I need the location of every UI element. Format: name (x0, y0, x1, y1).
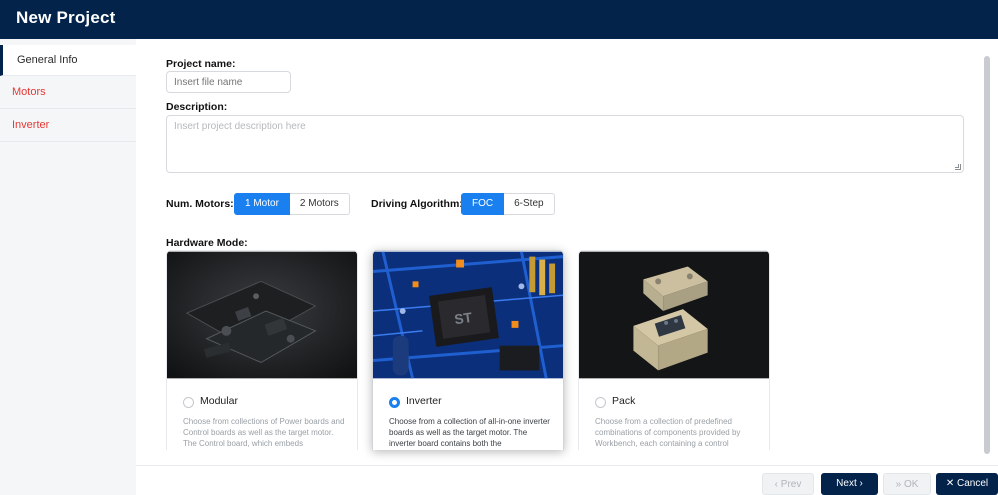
modular-radio[interactable] (183, 397, 194, 408)
driving-algorithm-label: Driving Algorithm: (371, 198, 463, 210)
sidebar: General Info Motors Inverter (0, 39, 136, 495)
inverter-title: Inverter (406, 395, 442, 407)
one-motor-option[interactable]: 1 Motor (234, 193, 290, 215)
hardware-card-pack[interactable]: Pack Choose from a collection of predefi… (578, 250, 770, 450)
sidebar-item-inverter[interactable]: Inverter (0, 109, 136, 142)
vertical-scrollbar[interactable] (984, 56, 990, 454)
modular-title: Modular (200, 395, 238, 407)
cancel-button[interactable]: ✕ Cancel (936, 473, 998, 495)
inverter-board-image: ST (373, 251, 563, 379)
close-icon: ✕ (945, 478, 955, 489)
prev-label: Prev (780, 479, 802, 490)
next-label: Next (836, 478, 857, 489)
window-title: New Project (16, 8, 116, 27)
inverter-radio[interactable] (389, 397, 400, 408)
pack-module-image (579, 251, 769, 379)
cancel-label: Cancel (957, 478, 989, 489)
pack-description: Choose from a collection of predefined c… (595, 417, 741, 448)
pack-title: Pack (612, 395, 636, 407)
ok-button[interactable]: » OK (883, 473, 931, 495)
svg-text:ST: ST (453, 309, 473, 327)
driving-algorithm-toggle: FOC 6-Step (461, 193, 555, 215)
num-motors-label: Num. Motors: (166, 198, 234, 210)
footer-bar: ‹ Prev Next › » OK ✕ Cancel (136, 465, 998, 495)
general-info-panel: Project name: Description: Insert projec… (136, 39, 998, 465)
description-label: Description: (166, 101, 228, 113)
next-button[interactable]: Next › (821, 473, 878, 495)
sidebar-item-motors[interactable]: Motors (0, 76, 136, 109)
foc-option[interactable]: FOC (461, 193, 505, 215)
ok-label: OK (903, 479, 919, 490)
title-bar: New Project (0, 0, 998, 39)
sidebar-item-label: General Info (17, 54, 78, 66)
chevron-right-icon: › (859, 478, 863, 489)
resize-handle-icon[interactable] (955, 164, 961, 170)
description-textarea[interactable]: Insert project description here (166, 115, 964, 173)
project-name-label: Project name: (166, 58, 236, 70)
project-name-input[interactable] (166, 71, 291, 93)
six-step-option[interactable]: 6-Step (504, 193, 555, 215)
double-chevron-right-icon: » (895, 479, 902, 490)
chevron-left-icon: ‹ (774, 479, 778, 490)
hardware-card-inverter[interactable]: ST Inverter Choose from a collection of … (372, 250, 564, 450)
num-motors-toggle: 1 Motor 2 Motors (234, 193, 350, 215)
two-motors-option[interactable]: 2 Motors (289, 193, 350, 215)
sidebar-item-general-info[interactable]: General Info (0, 45, 136, 76)
description-placeholder: Insert project description here (174, 121, 306, 132)
hardware-card-modular[interactable]: Modular Choose from collections of Power… (166, 250, 358, 450)
sidebar-item-label: Inverter (12, 119, 50, 131)
sidebar-item-label: Motors (12, 86, 46, 98)
inverter-description: Choose from a collection of all-in-one i… (389, 417, 550, 448)
modular-description: Choose from collections of Power boards … (183, 417, 345, 448)
prev-button[interactable]: ‹ Prev (762, 473, 814, 495)
pack-radio[interactable] (595, 397, 606, 408)
hardware-mode-label: Hardware Mode: (166, 237, 248, 249)
modular-board-image (167, 251, 357, 379)
